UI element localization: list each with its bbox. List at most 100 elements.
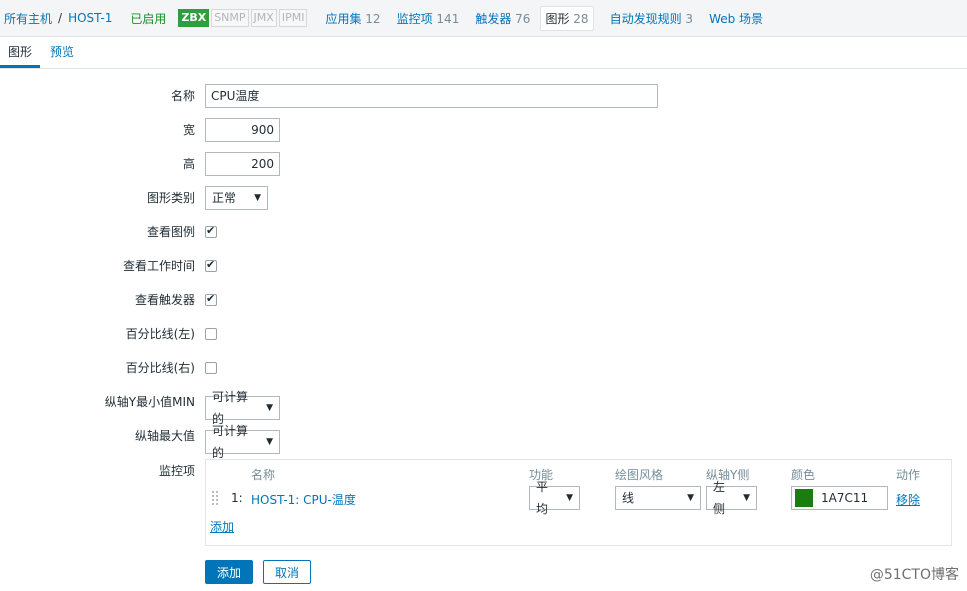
width-field-wrap: 900 bbox=[205, 118, 280, 142]
form-row-name: 名称 CPU温度 bbox=[0, 84, 967, 110]
nav-applications[interactable]: 应用集 12 bbox=[325, 10, 380, 27]
show-legend-checkbox[interactable] bbox=[205, 224, 217, 238]
item-draw-style-select[interactable]: 线 ▼ bbox=[615, 486, 701, 510]
form-row-show-work-period: 查看工作时间 bbox=[0, 254, 967, 280]
form-row-ymax: 纵轴最大值 可计算的 ▼ bbox=[0, 424, 967, 460]
show-work-period-checkbox[interactable] bbox=[205, 258, 217, 272]
header-breadcrumb-bar: 所有主机 / HOST-1 已启用 ZBX SNMP JMX IPMI 应用集 … bbox=[0, 0, 967, 37]
percentile-right-field-wrap bbox=[205, 356, 217, 374]
form-row-percentile-left: 百分比线(左) bbox=[0, 322, 967, 348]
item-y-side-value: 左侧 bbox=[713, 480, 726, 516]
drag-handle-icon[interactable] bbox=[211, 490, 219, 506]
item-name-link[interactable]: HOST-1: CPU-温度 bbox=[251, 491, 356, 508]
ymin-select[interactable]: 可计算的 ▼ bbox=[205, 390, 280, 426]
dropdown-arrow-icon: ▼ bbox=[687, 493, 694, 503]
item-function-select[interactable]: 平均 ▼ bbox=[529, 480, 580, 516]
graph-type-field-wrap: 正常 ▼ bbox=[205, 186, 268, 210]
tab-graph[interactable]: 图形 bbox=[0, 43, 41, 68]
form-row-show-triggers: 查看触发器 bbox=[0, 288, 967, 314]
nav-triggers[interactable]: 触发器 76 bbox=[475, 10, 530, 27]
percentile-left-checkbox[interactable] bbox=[205, 328, 217, 340]
form-row-ymin: 纵轴Y最小值MIN 可计算的 ▼ bbox=[0, 390, 967, 426]
nav-label: 触发器 bbox=[475, 11, 512, 26]
item-color-picker[interactable]: 1A7C11 bbox=[791, 486, 888, 510]
height-field-wrap: 200 bbox=[205, 152, 280, 176]
nav-web-scenarios[interactable]: Web 场景 bbox=[709, 10, 763, 27]
show-triggers-checkbox[interactable] bbox=[205, 292, 217, 306]
height-input[interactable]: 200 bbox=[205, 152, 280, 176]
nav-graphs[interactable]: 图形 28 bbox=[540, 5, 594, 31]
percentile-left-field-wrap bbox=[205, 322, 217, 340]
percentile-left-label: 百分比线(左) bbox=[125, 327, 195, 341]
form-tabs: 图形 预览 bbox=[0, 38, 967, 69]
show-work-period-label: 查看工作时间 bbox=[122, 259, 195, 273]
items-header-color: 颜色 bbox=[791, 468, 816, 482]
nav-count: 3 bbox=[685, 11, 694, 26]
show-triggers-label: 查看触发器 bbox=[134, 293, 195, 307]
table-row: 1: HOST-1: CPU-温度 平均 ▼ 线 ▼ 左侧 ▼ 1A7C11 移… bbox=[206, 480, 951, 516]
tab-preview[interactable]: 预览 bbox=[42, 43, 82, 68]
form-row-width: 宽 900 bbox=[0, 118, 967, 144]
host-status-enabled[interactable]: 已启用 bbox=[130, 10, 166, 27]
form-row-height: 高 200 bbox=[0, 152, 967, 178]
item-color-value: 1A7C11 bbox=[821, 491, 869, 505]
ymax-label: 纵轴最大值 bbox=[134, 429, 195, 443]
item-number: 1: bbox=[231, 491, 243, 505]
nav-label: 图形 bbox=[545, 11, 570, 26]
graph-type-label: 图形类别 bbox=[146, 191, 195, 205]
ymin-field-wrap: 可计算的 ▼ bbox=[205, 390, 280, 426]
show-triggers-field-wrap bbox=[205, 288, 217, 306]
dropdown-arrow-icon: ▼ bbox=[566, 493, 573, 503]
add-button[interactable]: 添加 bbox=[205, 560, 253, 584]
width-label: 宽 bbox=[182, 123, 195, 137]
nav-count: 28 bbox=[573, 11, 589, 26]
nav-count: 76 bbox=[515, 11, 531, 26]
form-row-graph-type: 图形类别 正常 ▼ bbox=[0, 186, 967, 212]
item-y-side-select[interactable]: 左侧 ▼ bbox=[706, 480, 757, 516]
dropdown-arrow-icon: ▼ bbox=[266, 437, 273, 447]
dropdown-arrow-icon: ▼ bbox=[743, 493, 750, 503]
graph-type-value: 正常 bbox=[212, 191, 237, 205]
show-work-period-field-wrap bbox=[205, 254, 217, 272]
breadcrumb-separator: / bbox=[58, 11, 63, 25]
graph-type-select[interactable]: 正常 ▼ bbox=[205, 186, 268, 210]
nav-label: Web 场景 bbox=[709, 11, 764, 26]
percentile-right-label: 百分比线(右) bbox=[125, 361, 195, 375]
dropdown-arrow-icon: ▼ bbox=[266, 403, 273, 413]
form-row-show-legend: 查看图例 bbox=[0, 220, 967, 246]
breadcrumb-all-hosts[interactable]: 所有主机 bbox=[4, 10, 52, 27]
protocol-zbx-badge: ZBX bbox=[178, 9, 210, 27]
ymax-select[interactable]: 可计算的 ▼ bbox=[205, 424, 280, 460]
item-function-value: 平均 bbox=[536, 480, 549, 516]
breadcrumb-host[interactable]: HOST-1 bbox=[68, 11, 112, 25]
protocol-snmp-badge: SNMP bbox=[211, 9, 249, 27]
item-remove-link[interactable]: 移除 bbox=[896, 491, 920, 508]
cancel-button[interactable]: 取消 bbox=[263, 560, 311, 584]
show-legend-field-wrap bbox=[205, 220, 217, 238]
protocol-jmx-badge: JMX bbox=[250, 9, 277, 27]
nav-items[interactable]: 监控项 141 bbox=[397, 10, 460, 27]
name-label: 名称 bbox=[170, 89, 195, 103]
dropdown-arrow-icon: ▼ bbox=[254, 193, 261, 203]
name-input[interactable]: CPU温度 bbox=[205, 84, 658, 108]
color-swatch[interactable] bbox=[794, 488, 814, 508]
nav-label: 应用集 bbox=[325, 11, 362, 26]
width-input[interactable]: 900 bbox=[205, 118, 280, 142]
nav-label: 监控项 bbox=[396, 11, 433, 26]
name-field-wrap: CPU温度 bbox=[205, 84, 658, 108]
watermark-text: @51CTO博客 bbox=[869, 567, 959, 583]
nav-count: 12 bbox=[365, 11, 381, 26]
add-item-link[interactable]: 添加 bbox=[210, 518, 234, 535]
ymin-label: 纵轴Y最小值MIN bbox=[104, 395, 195, 409]
form-row-percentile-right: 百分比线(右) bbox=[0, 356, 967, 382]
items-header-name: 名称 bbox=[251, 468, 276, 482]
ymax-field-wrap: 可计算的 ▼ bbox=[205, 424, 280, 460]
items-header-action: 动作 bbox=[896, 468, 921, 482]
show-legend-label: 查看图例 bbox=[146, 225, 195, 239]
item-draw-style-value: 线 bbox=[622, 491, 635, 505]
nav-label: 自动发现规则 bbox=[609, 11, 682, 26]
items-label: 监控项 bbox=[158, 464, 195, 478]
percentile-right-checkbox[interactable] bbox=[205, 362, 217, 374]
ymax-value: 可计算的 bbox=[212, 424, 249, 460]
nav-discovery-rules[interactable]: 自动发现规则 3 bbox=[610, 10, 693, 27]
